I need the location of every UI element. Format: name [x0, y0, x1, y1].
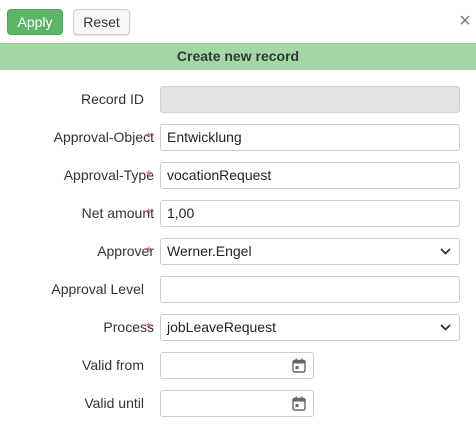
required-marker: *	[146, 243, 152, 259]
dialog-title-banner: Create new record	[0, 43, 476, 70]
approver-selected-value: Werner.Engel	[167, 243, 252, 259]
valid-from-date-input[interactable]	[160, 352, 314, 379]
chevron-down-icon	[440, 248, 451, 255]
form-row-approval-level: Approval Level	[0, 276, 476, 303]
process-select[interactable]: jobLeaveRequest	[160, 314, 460, 341]
record-id-label: Record ID	[80, 91, 144, 107]
form-row-approval-object: Approval-Object * Entwicklung	[0, 124, 476, 151]
approval-level-label: Approval Level	[51, 281, 144, 297]
approval-object-input[interactable]: Entwicklung	[160, 124, 460, 151]
required-marker: *	[146, 129, 152, 145]
calendar-icon[interactable]	[292, 396, 306, 411]
approval-object-label: Approval-Object	[53, 129, 154, 145]
chevron-down-icon	[440, 324, 451, 331]
form-row-record-id: Record ID	[0, 86, 476, 113]
valid-from-label: Valid from	[82, 357, 144, 373]
create-record-dialog: Apply Reset × Create new record Record I…	[0, 0, 476, 435]
approval-type-input[interactable]: vocationRequest	[160, 162, 460, 189]
form-row-approval-type: Approval-Type * vocationRequest	[0, 162, 476, 189]
reset-button[interactable]: Reset	[73, 9, 130, 35]
calendar-icon[interactable]	[292, 358, 306, 373]
form-row-valid-until: Valid until	[0, 390, 476, 417]
record-id-input	[160, 86, 460, 113]
approver-select[interactable]: Werner.Engel	[160, 238, 460, 265]
required-marker: *	[146, 205, 152, 221]
required-marker: *	[146, 319, 152, 335]
apply-button[interactable]: Apply	[7, 9, 63, 35]
form-row-approver: Approver * Werner.Engel	[0, 238, 476, 265]
valid-until-label: Valid until	[84, 395, 144, 411]
net-amount-input[interactable]: 1,00	[160, 200, 460, 227]
approval-level-input[interactable]	[160, 276, 460, 303]
form-row-process: Process * jobLeaveRequest	[0, 314, 476, 341]
close-icon[interactable]: ×	[455, 10, 475, 32]
form-row-valid-from: Valid from	[0, 352, 476, 379]
process-selected-value: jobLeaveRequest	[167, 319, 276, 335]
form-row-net-amount: Net amount * 1,00	[0, 200, 476, 227]
net-amount-label: Net amount	[81, 205, 154, 221]
approval-type-label: Approval-Type	[63, 167, 154, 183]
valid-until-date-input[interactable]	[160, 390, 314, 417]
required-marker: *	[146, 167, 152, 183]
